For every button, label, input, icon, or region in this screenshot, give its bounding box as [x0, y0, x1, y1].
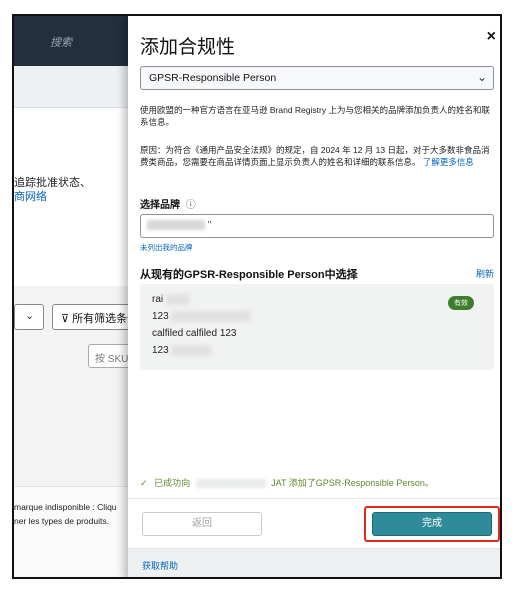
help-icon[interactable]: ⓘ	[186, 200, 196, 211]
background-french-text-2: ner les types de produits.	[14, 516, 109, 526]
background-french-text-1: marque indisponible : Cliqu	[14, 502, 117, 512]
modal-description: 使用欧盟的一种官方语言在亚马逊 Brand Registry 上为与您相关的品牌…	[140, 105, 490, 127]
success-prefix: 已成功向	[154, 478, 191, 488]
get-help-link[interactable]: 获取帮助	[142, 559, 178, 572]
redacted-text	[171, 311, 252, 322]
redacted-text	[165, 294, 190, 305]
person-name: rai	[152, 294, 190, 305]
compliance-type-select[interactable]: GPSR-Responsible Person ⌄	[140, 66, 494, 90]
background-top-bar: 搜索	[14, 16, 144, 66]
filter-icon: ⊽	[61, 313, 70, 325]
brand-label-text: 选择品牌	[140, 200, 180, 211]
background-select[interactable]: ⌄	[14, 304, 44, 330]
person-city: calfiled calfiled 123	[152, 328, 237, 339]
screenshot-frame: 搜索 追踪批准状态、 商网络 ⌄ ⊽ 所有筛选条件 按 SKU、 marque …	[12, 14, 502, 579]
brand-input[interactable]: "	[140, 214, 494, 238]
brand-value-redacted	[147, 220, 205, 231]
chevron-down-icon: ⌄	[25, 310, 35, 322]
brand-input-value: "	[207, 220, 212, 231]
person-address: 123	[152, 311, 252, 322]
person-phone: 123	[152, 345, 212, 356]
add-compliance-modal: 添加合规性 × GPSR-Responsible Person ⌄ 使用欧盟的一…	[128, 16, 500, 577]
brand-not-listed-link[interactable]: 未列出我的品牌	[140, 242, 193, 253]
check-icon: ✓	[140, 478, 148, 488]
redacted-text	[171, 345, 212, 356]
success-suffix: JAT 添加了GPSR-Responsible Person。	[271, 478, 434, 488]
background-search-input[interactable]: 搜索	[50, 34, 72, 50]
compliance-type-value: GPSR-Responsible Person	[149, 72, 277, 84]
success-message: ✓ 已成功向 JAT 添加了GPSR-Responsible Person。	[140, 476, 434, 489]
close-icon[interactable]: ×	[487, 28, 496, 46]
background-lower-panel	[14, 486, 144, 577]
modal-title: 添加合规性	[140, 37, 236, 58]
refresh-link[interactable]: 刷新	[476, 267, 494, 280]
help-bar: 获取帮助	[128, 548, 500, 577]
background-header-band	[14, 66, 144, 108]
choose-existing-heading: 从现有的GPSR-Responsible Person中选择	[140, 269, 358, 281]
done-button[interactable]: 完成	[372, 512, 492, 536]
chevron-down-icon: ⌄	[476, 70, 487, 84]
brand-label: 选择品牌 ⓘ	[140, 196, 196, 211]
modal-reason: 原因：为符合《通用产品安全法规》的规定，自 2024 年 12 月 13 日起，…	[140, 144, 496, 168]
learn-more-link[interactable]: 了解更多信息	[423, 157, 474, 167]
back-button[interactable]: 返回	[142, 512, 262, 536]
responsible-person-card[interactable]: rai 123 calfiled calfiled 123 123 有效	[140, 284, 494, 370]
background-network-link[interactable]: 商网络	[14, 188, 47, 204]
redacted-text	[195, 479, 266, 489]
status-badge: 有效	[448, 296, 474, 310]
